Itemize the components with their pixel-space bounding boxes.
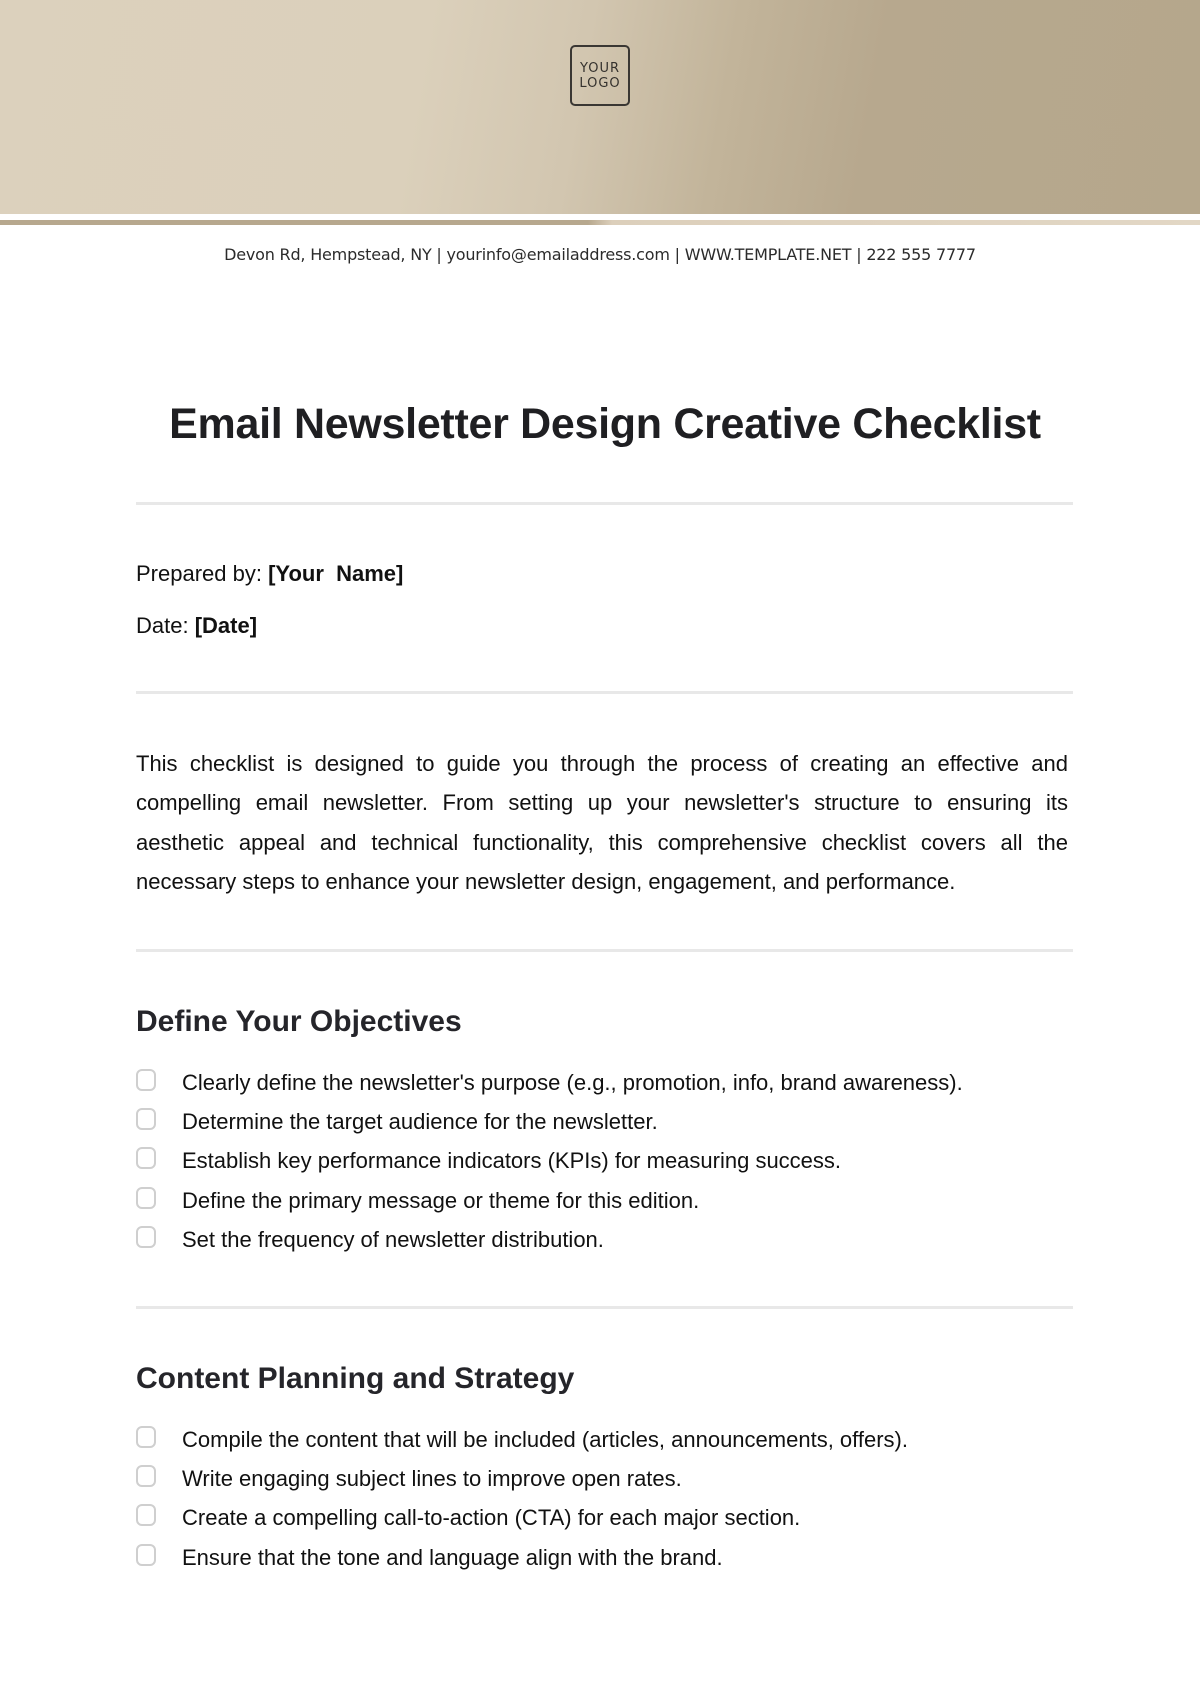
checklist-item-label: Determine the target audience for the ne… — [182, 1108, 658, 1134]
logo-text-line2: LOGO — [579, 75, 621, 91]
divider — [136, 1306, 1073, 1309]
checklist-item-label: Compile the content that will be include… — [182, 1426, 908, 1452]
checklist-item: Define the primary message or theme for … — [136, 1181, 1076, 1220]
checklist-content-planning: Compile the content that will be include… — [136, 1420, 1076, 1577]
checklist-item: Ensure that the tone and language align … — [136, 1538, 1076, 1577]
section-title-objectives: Define Your Objectives — [136, 1005, 462, 1038]
logo-placeholder: YOUR LOGO — [570, 45, 630, 106]
checklist-item-label: Create a compelling call-to-action (CTA)… — [182, 1505, 801, 1531]
header-accent-strip — [0, 220, 1200, 225]
date-label: Date: — [136, 613, 189, 638]
checkbox[interactable] — [136, 1504, 156, 1527]
divider — [136, 691, 1073, 694]
prepared-by-value: [Your Name] — [268, 561, 404, 586]
checkbox[interactable] — [136, 1107, 156, 1130]
checklist-item-label: Define the primary message or theme for … — [182, 1187, 700, 1213]
checkbox[interactable] — [136, 1543, 156, 1566]
checklist-item: Establish key performance indicators (KP… — [136, 1142, 1076, 1181]
checklist-item: Write engaging subject lines to improve … — [136, 1459, 1076, 1498]
checklist-item: Compile the content that will be include… — [136, 1420, 1076, 1459]
date-line: Date: [Date] — [136, 613, 257, 639]
checklist-objectives: Clearly define the newsletter's purpose … — [136, 1063, 1076, 1259]
checkbox[interactable] — [136, 1147, 156, 1170]
contact-info: Devon Rd, Hempstead, NY | yourinfo@email… — [224, 245, 976, 264]
checkbox[interactable] — [136, 1186, 156, 1209]
checklist-item-label: Establish key performance indicators (KP… — [182, 1148, 842, 1174]
checklist-item-label: Clearly define the newsletter's purpose … — [182, 1069, 963, 1095]
divider — [136, 502, 1073, 505]
checklist-item: Clearly define the newsletter's purpose … — [136, 1063, 1076, 1102]
intro-paragraph: This checklist is designed to guide you … — [136, 751, 1068, 894]
checkbox[interactable] — [136, 1068, 156, 1091]
prepared-by: Prepared by: [Your Name] — [136, 561, 403, 587]
document-title: Email Newsletter Design Creative Checkli… — [169, 400, 1041, 448]
checklist-item: Determine the target audience for the ne… — [136, 1102, 1076, 1141]
date-value: [Date] — [194, 613, 258, 638]
checkbox[interactable] — [136, 1225, 156, 1248]
section-title-content-planning: Content Planning and Strategy — [136, 1362, 575, 1395]
divider — [136, 949, 1073, 952]
checkbox[interactable] — [136, 1425, 156, 1448]
checklist-item: Create a compelling call-to-action (CTA)… — [136, 1499, 1076, 1538]
checklist-item: Set the frequency of newsletter distribu… — [136, 1220, 1076, 1259]
logo-text-line1: YOUR — [579, 60, 620, 76]
prepared-by-label: Prepared by: — [136, 561, 262, 586]
checklist-item-label: Set the frequency of newsletter distribu… — [182, 1226, 604, 1252]
header-banner — [0, 0, 1200, 214]
checklist-item-label: Write engaging subject lines to improve … — [182, 1465, 682, 1491]
checklist-item-label: Ensure that the tone and language align … — [182, 1544, 723, 1570]
checkbox[interactable] — [136, 1464, 156, 1487]
